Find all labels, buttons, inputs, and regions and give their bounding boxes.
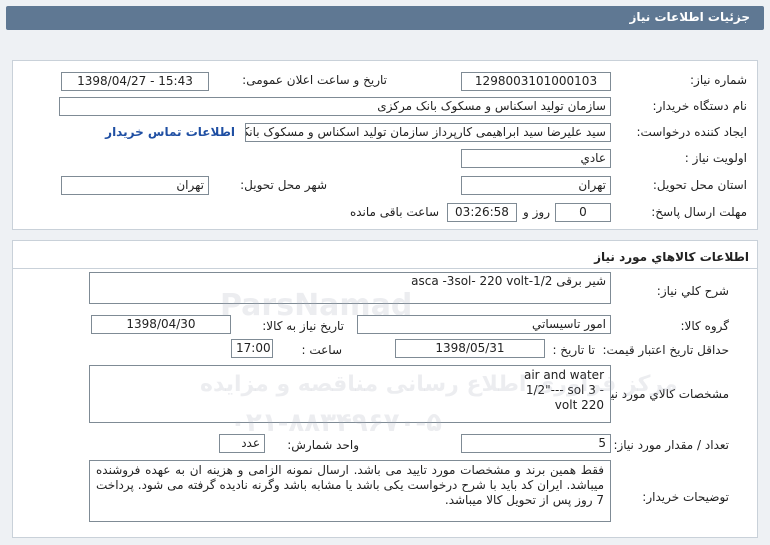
- reply-days-field: 0: [555, 203, 611, 222]
- unit-field: عدد: [219, 434, 265, 453]
- buyer-notes-field: فقط همین برند و مشخصات مورد تایید می باش…: [89, 460, 611, 522]
- buyer-contact-link[interactable]: اطلاعات تماس خریدار: [105, 125, 235, 139]
- reply-days-suffix: روز و: [523, 205, 550, 219]
- need-date-field: 1398/04/30: [91, 315, 231, 334]
- priority-field: عادي: [461, 149, 611, 168]
- price-validity-time-label: ساعت :: [301, 343, 342, 357]
- need-summary-label: شرح کلي نياز:: [656, 284, 729, 298]
- goods-group-label: گروه کالا:: [680, 319, 730, 333]
- page-title: جزئیات اطلاعات نیاز: [629, 10, 750, 24]
- specs-field: air and water 1/2"--- sol 3 - volt 220: [89, 365, 611, 423]
- need-date-label: تاریخ نیاز به کالا:: [262, 319, 344, 333]
- goods-group-field: امور تاسیساتي: [357, 315, 611, 334]
- price-validity-time-field: 17:00: [231, 339, 273, 358]
- need-number-label: شماره نیاز:: [690, 73, 747, 87]
- specs-line: air and water: [523, 368, 604, 382]
- need-number-field: 1298003101000103: [461, 72, 611, 91]
- delivery-city-label: شهر محل تحویل:: [240, 178, 327, 192]
- buyer-notes-label: توضیحات خریدار:: [642, 490, 729, 504]
- buyer-org-label: نام دستگاه خریدار:: [652, 99, 748, 113]
- reply-time-field: 03:26:58: [447, 203, 517, 222]
- price-validity-date-field: 1398/05/31: [395, 339, 545, 358]
- announce-datetime-label: تاریخ و ساعت اعلان عمومی:: [242, 73, 387, 87]
- reply-remaining-label: ساعت باقی مانده: [349, 205, 439, 219]
- delivery-city-field: تهران: [61, 176, 209, 195]
- delivery-province-label: استان محل تحویل:: [652, 178, 747, 192]
- specs-label: مشخصات کالاي مورد نياز:: [597, 387, 729, 401]
- reply-deadline-label: مهلت ارسال پاسخ:: [651, 205, 747, 219]
- need-summary-field: شیر برقی 1/2-asca -3sol- 220 volt: [89, 272, 611, 304]
- specs-line: 1/2"--- sol 3 -: [525, 383, 604, 397]
- specs-line: volt 220: [554, 398, 604, 412]
- quantity-field: 5: [461, 434, 611, 453]
- price-validity-label: حداقل تاریخ اعتبار قیمت:: [602, 343, 729, 357]
- requester-field: سید علیرضا سید ابراهیمی کارپرداز سازمان …: [245, 123, 611, 142]
- goods-panel: اطلاعات کالاهاي مورد نياز شرح کلي نياز: …: [12, 240, 758, 538]
- goods-section-title: اطلاعات کالاهاي مورد نياز: [594, 250, 749, 264]
- section-divider: [13, 268, 757, 269]
- delivery-province-field: تهران: [461, 176, 611, 195]
- requester-label: ایجاد کننده درخواست:: [636, 125, 747, 139]
- buyer-org-field: سازمان تولید اسکناس و مسکوک بانک مرکزی: [59, 97, 611, 116]
- need-info-panel: شماره نیاز: 1298003101000103 تاریخ و ساع…: [12, 60, 758, 230]
- announce-datetime-field: 1398/04/27 - 15:43: [61, 72, 209, 91]
- quantity-label: تعداد / مقدار مورد نیاز:: [613, 438, 729, 452]
- page-header: جزئیات اطلاعات نیاز: [6, 6, 764, 30]
- unit-label: واحد شمارش:: [287, 438, 359, 452]
- priority-label: اولویت نیاز :: [684, 151, 747, 165]
- price-validity-to-date-label: تا تاریخ :: [552, 343, 595, 357]
